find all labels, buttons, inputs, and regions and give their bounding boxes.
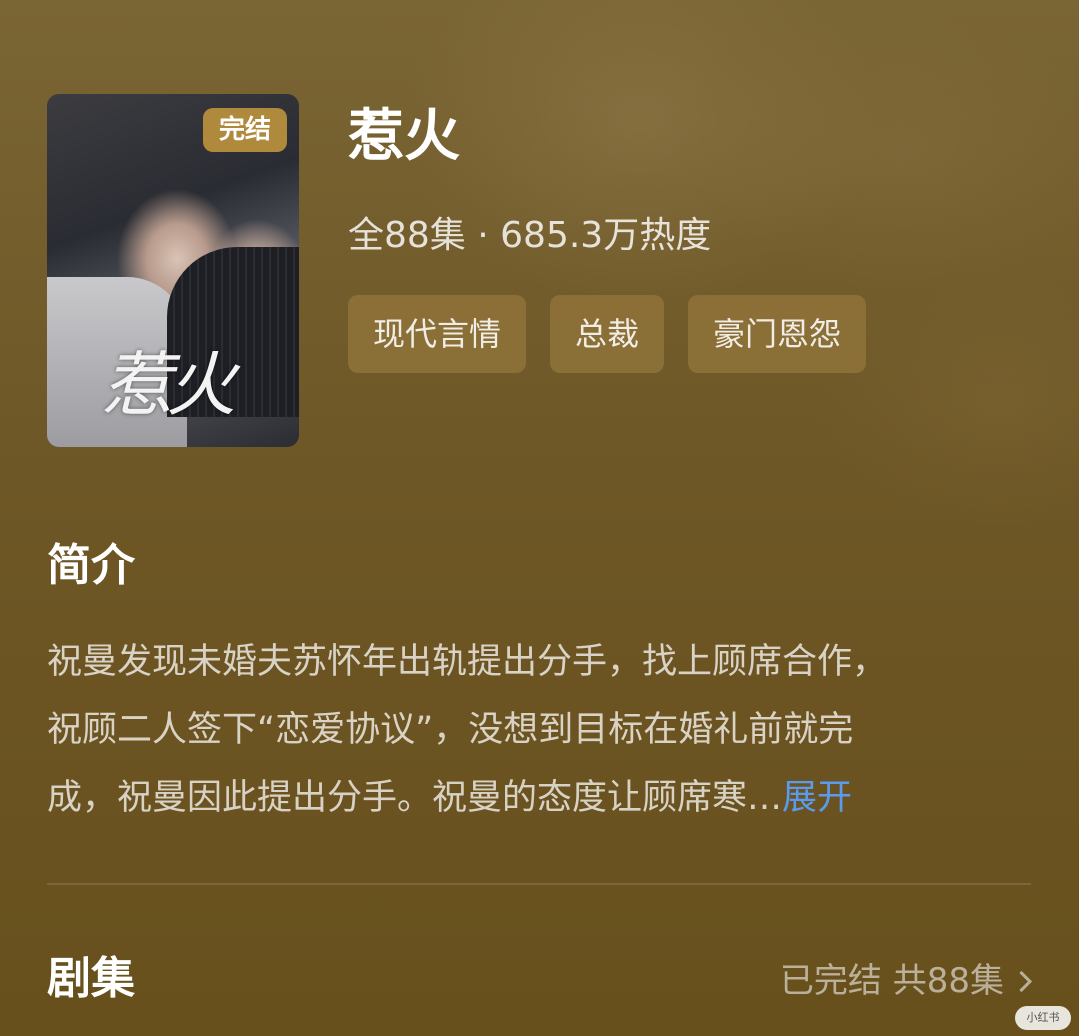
drama-meta: 全88集 · 685.3万热度 (348, 215, 712, 256)
tag-wealthy-family[interactable]: 豪门恩怨 (688, 295, 867, 373)
watermark: 小红书 (1015, 1006, 1071, 1030)
tag-list: 现代言情 总裁 豪门恩怨 (348, 295, 867, 373)
status-badge: 完结 (203, 108, 287, 152)
chevron-right-icon (1010, 970, 1033, 992)
intro-heading: 简介 (47, 540, 135, 591)
intro-text[interactable]: 祝曼发现未婚夫苏怀年出轨提出分手，找上顾席合作， 祝顾二人签下“恋爱协议”，没想… (47, 628, 1033, 832)
intro-line-3-text: 成，祝曼因此提出分手。祝曼的态度让顾席寒… (47, 778, 783, 818)
intro-line-1: 祝曼发现未婚夫苏怀年出轨提出分手，找上顾席合作， (47, 642, 888, 682)
divider (47, 883, 1031, 885)
tag-ceo[interactable]: 总裁 (550, 295, 665, 373)
episodes-heading: 剧集 (47, 953, 135, 1004)
intro-line-2: 祝顾二人签下“恋爱协议”，没想到目标在婚礼前就完 (47, 710, 854, 750)
page-title: 惹火 (348, 104, 460, 169)
tag-modern-romance[interactable]: 现代言情 (348, 295, 527, 373)
episodes-status-link[interactable]: 已完结 共88集 (779, 958, 1033, 1004)
poster-title: 惹火 (102, 344, 236, 426)
intro-line-3: 成，祝曼因此提出分手。祝曼的态度让顾席寒…展开 (47, 764, 1033, 832)
expand-link[interactable]: 展开 (782, 778, 852, 818)
episodes-status-text: 已完结 共88集 (779, 961, 1004, 1001)
